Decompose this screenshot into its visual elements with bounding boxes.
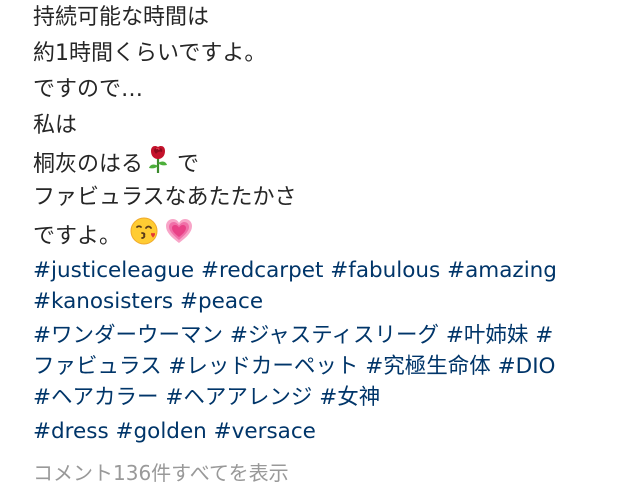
hashtag-link[interactable]: #golden <box>116 419 207 444</box>
hashtag-row-2: #kanosisters #peace <box>33 286 623 317</box>
caption-line-5-text: 桐灰のはる <box>33 152 144 177</box>
hashtag-link[interactable]: #ヘアカラー <box>33 385 159 410</box>
hashtag-link[interactable]: #DIO <box>498 354 556 379</box>
hashtag-link[interactable]: #justiceleague <box>33 258 194 283</box>
hashtag-link[interactable]: #versace <box>214 419 316 444</box>
hashtag-link[interactable]: # <box>535 323 553 348</box>
hashtag-link[interactable]: #redcarpet <box>201 258 323 283</box>
caption-line-3: ですので… <box>33 77 144 102</box>
hashtag-link[interactable]: #dress <box>33 419 109 444</box>
hashtag-link[interactable]: #ジャスティスリーグ <box>230 323 439 348</box>
hashtag-link[interactable]: #レッドカーペット <box>168 354 358 379</box>
hashtag-row-5: #ヘアカラー #ヘアアレンジ #女神 <box>33 382 623 413</box>
post-caption: 持続可能な時間は 約1時間くらいですよ。 ですので… 私は 桐灰のはる で ファビ… <box>33 0 623 447</box>
hashtag-link[interactable]: #ワンダーウーマン <box>33 323 223 348</box>
hashtag-row-3: #ワンダーウーマン #ジャスティスリーグ #叶姉妹 # <box>33 320 623 351</box>
hashtag-link[interactable]: #叶姉妹 <box>446 323 529 348</box>
caption-line-6: ファビュラスなあたたかさ <box>33 185 297 210</box>
growing-heart-icon <box>163 216 195 258</box>
hashtag-link[interactable]: #ヘアアレンジ <box>165 385 312 410</box>
kissing-face-icon <box>129 216 159 258</box>
hashtag-link[interactable]: #究極生命体 <box>365 354 491 379</box>
caption-line-2: 約1時間くらいですよ。 <box>33 41 267 66</box>
caption-line-4: 私は <box>33 113 78 138</box>
caption-line-7-text: ですよ。 <box>33 224 122 249</box>
hashtag-link[interactable]: ファビュラス <box>33 354 162 379</box>
hashtag-link[interactable]: #fabulous <box>330 258 440 283</box>
hashtag-row-6: #dress #golden #versace <box>33 416 623 447</box>
hashtag-row-1: #justiceleague #redcarpet #fabulous #ama… <box>33 255 623 286</box>
caption-line-5-suffix: で <box>177 152 200 177</box>
hashtag-link[interactable]: #peace <box>180 289 263 314</box>
caption-line-5: 桐灰のはる で <box>33 144 623 180</box>
hashtag-link[interactable]: #kanosisters <box>33 289 173 314</box>
view-all-comments-link[interactable]: コメント136件すべてを表示 <box>33 456 289 490</box>
caption-line-1: 持続可能な時間は <box>33 5 210 30</box>
hashtag-link[interactable]: #amazing <box>447 258 557 283</box>
hashtag-link[interactable]: #女神 <box>319 385 380 410</box>
hashtag-row-4: ファビュラス #レッドカーペット #究極生命体 #DIO <box>33 351 623 382</box>
hashtag-block: #justiceleague #redcarpet #fabulous #ama… <box>33 255 623 447</box>
caption-line-7: ですよ。 <box>33 216 623 252</box>
